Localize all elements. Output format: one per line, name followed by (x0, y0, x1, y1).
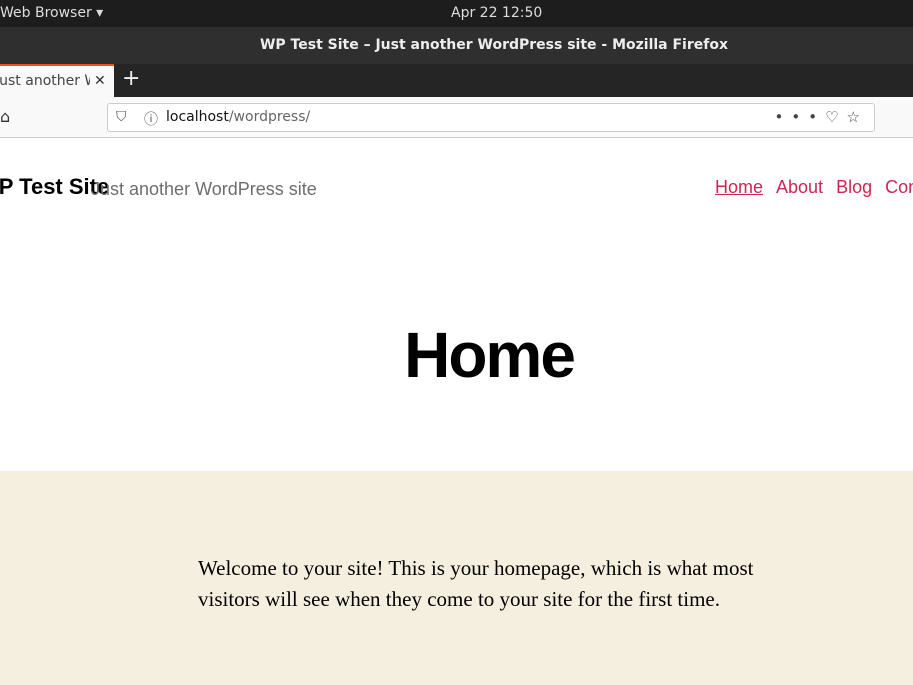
site-tagline: Just another WordPress site (91, 179, 317, 199)
url-text[interactable]: localhost/wordpress/ (166, 109, 310, 125)
system-top-bar: Web Browser ▾ Apr 22 12:50 (0, 0, 913, 27)
nav-home[interactable]: Home (715, 177, 763, 197)
url-bar[interactable]: ⛉ ⓘ localhost/wordpress/ •••♡☆ (107, 103, 875, 132)
pocket-icon[interactable]: ♡ (825, 108, 846, 126)
clock[interactable]: Apr 22 12:50 (451, 5, 542, 21)
tab-active[interactable]: Just another WordPress site✕ (0, 64, 114, 97)
primary-nav: Home About Blog Contact (715, 177, 913, 198)
close-tab-icon[interactable]: ✕ (90, 66, 114, 96)
tab-bar: Just another WordPress site✕ + (0, 64, 913, 97)
nav-blog[interactable]: Blog (836, 177, 872, 197)
nav-toolbar: ⌂ ⛉ ⓘ localhost/wordpress/ •••♡☆ (0, 97, 913, 138)
page-title: Home (404, 319, 576, 391)
app-menu[interactable]: Web Browser ▾ (0, 5, 103, 21)
window-title: WP Test Site – Just another WordPress si… (0, 27, 913, 64)
intro-paragraph: Welcome to your site! This is your homep… (198, 556, 754, 611)
url-path: /wordpress/ (228, 109, 311, 125)
bookmark-star-icon[interactable]: ☆ (847, 108, 868, 126)
content-section: Welcome to your site! This is your homep… (0, 471, 913, 685)
new-tab-button[interactable]: + (122, 66, 140, 91)
home-icon[interactable]: ⌂ (0, 107, 10, 126)
url-host: localhost (166, 109, 229, 125)
shield-icon[interactable]: ⛉ (116, 109, 127, 125)
info-icon[interactable]: ⓘ (144, 109, 158, 129)
more-icon[interactable]: ••• (775, 108, 826, 126)
nav-contact[interactable]: Contact (885, 177, 913, 197)
nav-about[interactable]: About (776, 177, 823, 197)
